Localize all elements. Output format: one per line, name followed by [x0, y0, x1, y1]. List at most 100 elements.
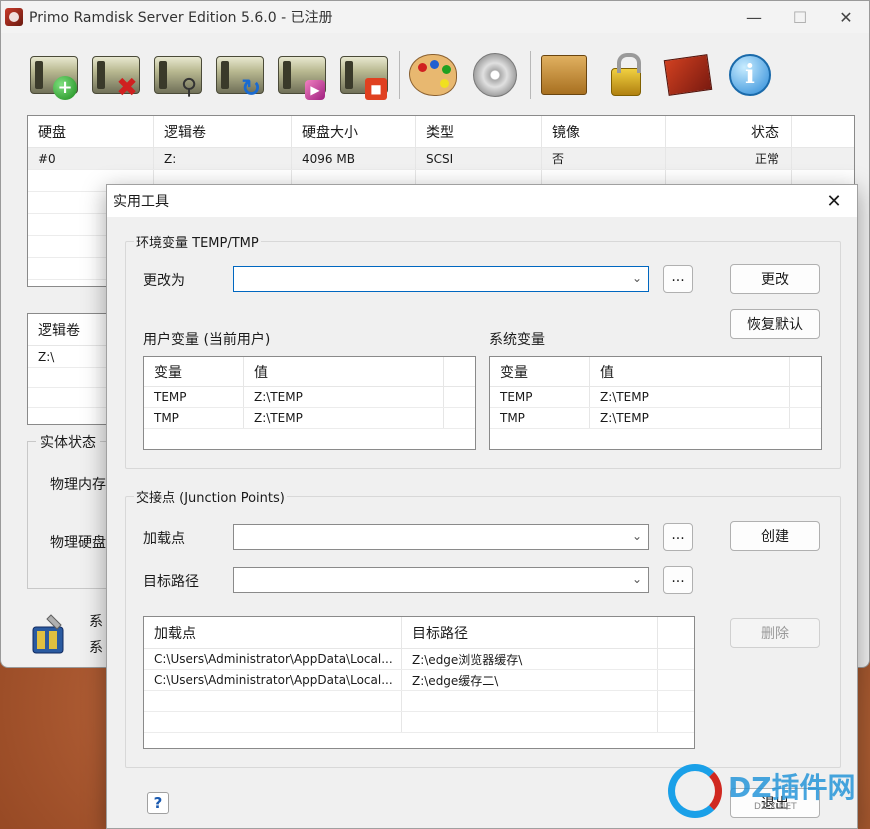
cell-target-path: Z:\edge浏览器缓存\	[402, 649, 658, 669]
physical-status-legend: 实体状态	[36, 432, 100, 452]
table-row	[144, 691, 694, 712]
disk-table-header: 硬盘 逻辑卷 硬盘大小 类型 镜像 状态	[28, 116, 854, 148]
toolbar-separator	[530, 51, 531, 99]
watermark-subtext: DZ-X.NET	[754, 802, 797, 812]
system-info-icon	[31, 613, 69, 655]
chevron-down-icon[interactable]: ⌄	[632, 529, 642, 543]
env-group-legend: 环境变量 TEMP/TMP	[134, 232, 261, 251]
minimize-button[interactable]: —	[731, 1, 777, 33]
col-variable[interactable]: 变量	[144, 357, 244, 386]
utilities-button[interactable]	[537, 48, 591, 102]
list-item[interactable]: Z:\	[28, 346, 116, 368]
cell-status: 正常	[666, 148, 792, 169]
col-volume[interactable]: 逻辑卷	[154, 116, 292, 147]
col-value[interactable]: 值	[244, 357, 444, 386]
table-row[interactable]: C:\Users\Administrator\AppData\Local... …	[144, 670, 694, 691]
table-row[interactable]: TEMP Z:\TEMP	[490, 387, 821, 408]
save-image-button[interactable]: ■	[337, 48, 391, 102]
junction-list-header: 加载点 目标路径	[144, 617, 694, 649]
delete-button[interactable]: 删除	[730, 618, 820, 648]
window-title: Primo Ramdisk Server Edition 5.6.0 - 已注册	[29, 10, 333, 26]
disc-tools-button[interactable]	[468, 48, 522, 102]
restore-default-button[interactable]: 恢复默认	[730, 309, 820, 339]
chevron-down-icon[interactable]: ⌄	[632, 572, 642, 586]
physical-disk-label: 物理硬盘	[50, 535, 106, 551]
table-row[interactable]: TMP Z:\TEMP	[490, 408, 821, 429]
help-icon[interactable]: ?	[147, 792, 169, 814]
add-icon: +	[53, 76, 77, 100]
info-icon: i	[729, 54, 771, 96]
system-text-line2: 系	[89, 640, 103, 656]
system-variables-list[interactable]: 变量 值 TEMP Z:\TEMP TMP Z:\TEMP	[489, 356, 822, 450]
help-book-icon	[663, 54, 713, 96]
table-row[interactable]: TEMP Z:\TEMP	[144, 387, 475, 408]
options-button[interactable]	[406, 48, 460, 102]
target-path-combobox[interactable]: ⌄	[233, 567, 649, 593]
cell-mirror: 否	[542, 148, 666, 169]
col-size[interactable]: 硬盘大小	[292, 116, 416, 147]
utilities-dialog: 实用工具 ✕ 环境变量 TEMP/TMP 更改为 ⌄ ... 更改 恢复默认 用…	[106, 184, 858, 829]
close-button[interactable]: ✕	[823, 1, 869, 33]
col-status[interactable]: 状态	[666, 116, 792, 147]
lock-key-icon	[611, 53, 641, 96]
help-book-button[interactable]	[661, 48, 715, 102]
table-row[interactable]: C:\Users\Administrator\AppData\Local... …	[144, 649, 694, 670]
col-disk[interactable]: 硬盘	[28, 116, 154, 147]
toolbar: + ✖ ⚲ ↻ ▶ ■ i	[27, 47, 785, 103]
palette-icon	[409, 54, 457, 96]
maximize-button[interactable]: ☐	[777, 1, 823, 33]
cell-volume: Z:	[154, 148, 292, 169]
create-button[interactable]: 创建	[730, 521, 820, 551]
dialog-titlebar: 实用工具 ✕	[107, 185, 857, 217]
col-value[interactable]: 值	[590, 357, 790, 386]
junction-group-legend: 交接点 (Junction Points)	[134, 487, 287, 506]
cell-target-path: Z:\edge缓存二\	[402, 670, 658, 690]
col-type[interactable]: 类型	[416, 116, 542, 147]
app-logo-icon	[5, 8, 23, 26]
physical-status-group: 实体状态 物理内存 物理硬盘	[27, 432, 117, 589]
col-mirror[interactable]: 镜像	[542, 116, 666, 147]
titlebar: Primo Ramdisk Server Edition 5.6.0 - 已注册…	[1, 1, 869, 33]
cell-value: Z:\TEMP	[244, 408, 444, 428]
cell-variable: TEMP	[490, 387, 590, 407]
create-disk-button[interactable]: +	[27, 48, 81, 102]
cell-variable: TMP	[144, 408, 244, 428]
magnifier-icon: ⚲	[180, 75, 198, 100]
dialog-title: 实用工具	[113, 194, 169, 210]
change-button[interactable]: 更改	[730, 264, 820, 294]
target-path-browse-button[interactable]: ...	[663, 566, 693, 594]
target-path-label: 目标路径	[143, 574, 199, 590]
refresh-disk-button[interactable]: ↻	[213, 48, 267, 102]
import-icon: ▶	[305, 80, 325, 100]
col-target-path[interactable]: 目标路径	[402, 617, 658, 648]
mount-point-browse-button[interactable]: ...	[663, 523, 693, 551]
license-button[interactable]	[599, 48, 653, 102]
junction-list[interactable]: 加载点 目标路径 C:\Users\Administrator\AppData\…	[143, 616, 695, 749]
cell-mount-point: C:\Users\Administrator\AppData\Local...	[144, 649, 402, 669]
table-row[interactable]: #0 Z: 4096 MB SCSI 否 正常	[28, 148, 854, 170]
logical-volume-list[interactable]: 逻辑卷 Z:\	[27, 313, 117, 425]
view-disk-button[interactable]: ⚲	[151, 48, 205, 102]
refresh-icon: ↻	[240, 74, 262, 102]
table-row[interactable]: TMP Z:\TEMP	[144, 408, 475, 429]
physical-memory-label: 物理内存	[50, 477, 106, 493]
change-to-browse-button[interactable]: ...	[663, 265, 693, 293]
floppy-save-icon: ■	[365, 78, 387, 100]
dialog-close-button[interactable]: ✕	[811, 185, 857, 217]
col-mount-point[interactable]: 加载点	[144, 617, 402, 648]
user-variables-list[interactable]: 变量 值 TEMP Z:\TEMP TMP Z:\TEMP	[143, 356, 476, 450]
delete-disk-button[interactable]: ✖	[89, 48, 143, 102]
mount-point-combobox[interactable]: ⌄	[233, 524, 649, 550]
delete-x-icon: ✖	[116, 73, 138, 103]
load-image-button[interactable]: ▶	[275, 48, 329, 102]
change-to-combobox[interactable]: ⌄	[233, 266, 649, 292]
watermark-circle-icon	[668, 764, 722, 818]
user-var-header: 变量 值	[144, 357, 475, 387]
col-variable[interactable]: 变量	[490, 357, 590, 386]
about-button[interactable]: i	[723, 48, 777, 102]
watermark-text: DZ插件网	[728, 771, 856, 804]
lv-header: 逻辑卷	[28, 314, 116, 346]
user-variables-label: 用户变量 (当前用户)	[143, 332, 271, 348]
chevron-down-icon[interactable]: ⌄	[632, 271, 642, 285]
cell-value: Z:\TEMP	[590, 408, 790, 428]
